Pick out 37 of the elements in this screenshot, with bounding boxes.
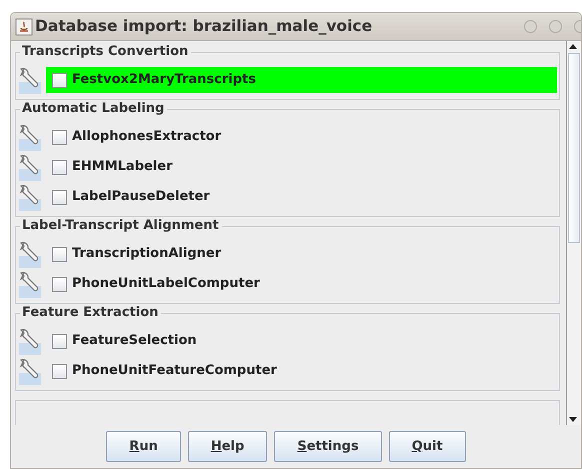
wrench-icon[interactable] [18, 123, 42, 151]
group-title: Transcripts Convertion [20, 43, 192, 61]
wrench-icon[interactable] [18, 183, 42, 211]
group-title: Label-Transcript Alignment [20, 217, 222, 235]
dialog-button[interactable]: Help [188, 431, 268, 462]
checkbox[interactable] [52, 130, 67, 144]
checkbox-label[interactable]: Festvox2MaryTranscripts [72, 70, 256, 90]
checkbox[interactable] [52, 246, 67, 262]
checkbox-label[interactable]: TranscriptionAligner [72, 244, 222, 264]
checkbox[interactable] [52, 72, 67, 88]
checkbox[interactable] [52, 334, 67, 348]
checkbox[interactable] [52, 276, 67, 292]
scrollbar-thumb[interactable] [568, 53, 580, 243]
checkbox-label[interactable]: LabelPauseDeleter [72, 187, 210, 207]
scrollbar-track[interactable] [567, 41, 581, 425]
minimize-button[interactable] [524, 20, 537, 33]
checkbox[interactable] [52, 160, 67, 174]
checkbox[interactable] [52, 190, 67, 204]
wrench-icon[interactable] [18, 153, 42, 181]
checkbox-label[interactable]: PhoneUnitLabelComputer [72, 274, 260, 294]
wrench-icon[interactable] [18, 66, 42, 94]
window-title: Database import: brazilian_male_voice [35, 16, 372, 37]
checkbox[interactable] [52, 364, 67, 378]
wrench-icon[interactable] [18, 240, 42, 268]
checkbox-label[interactable]: FeatureSelection [72, 331, 197, 351]
checkbox-label[interactable]: EHMMLabeler [72, 157, 172, 177]
wrench-icon[interactable] [18, 327, 42, 355]
dialog-button[interactable]: Settings [274, 431, 382, 462]
dialog-button[interactable]: Run [106, 431, 181, 462]
maximize-button[interactable] [549, 20, 562, 33]
dialog-button[interactable]: Quit [388, 431, 466, 462]
wrench-icon[interactable] [18, 270, 42, 298]
group-title: Automatic Labeling [20, 100, 168, 118]
checkbox-label[interactable]: PhoneUnitFeatureComputer [72, 361, 277, 381]
wrench-icon[interactable] [18, 357, 42, 385]
checkbox-label[interactable]: AllophonesExtractor [72, 127, 222, 147]
app-icon [15, 16, 33, 36]
